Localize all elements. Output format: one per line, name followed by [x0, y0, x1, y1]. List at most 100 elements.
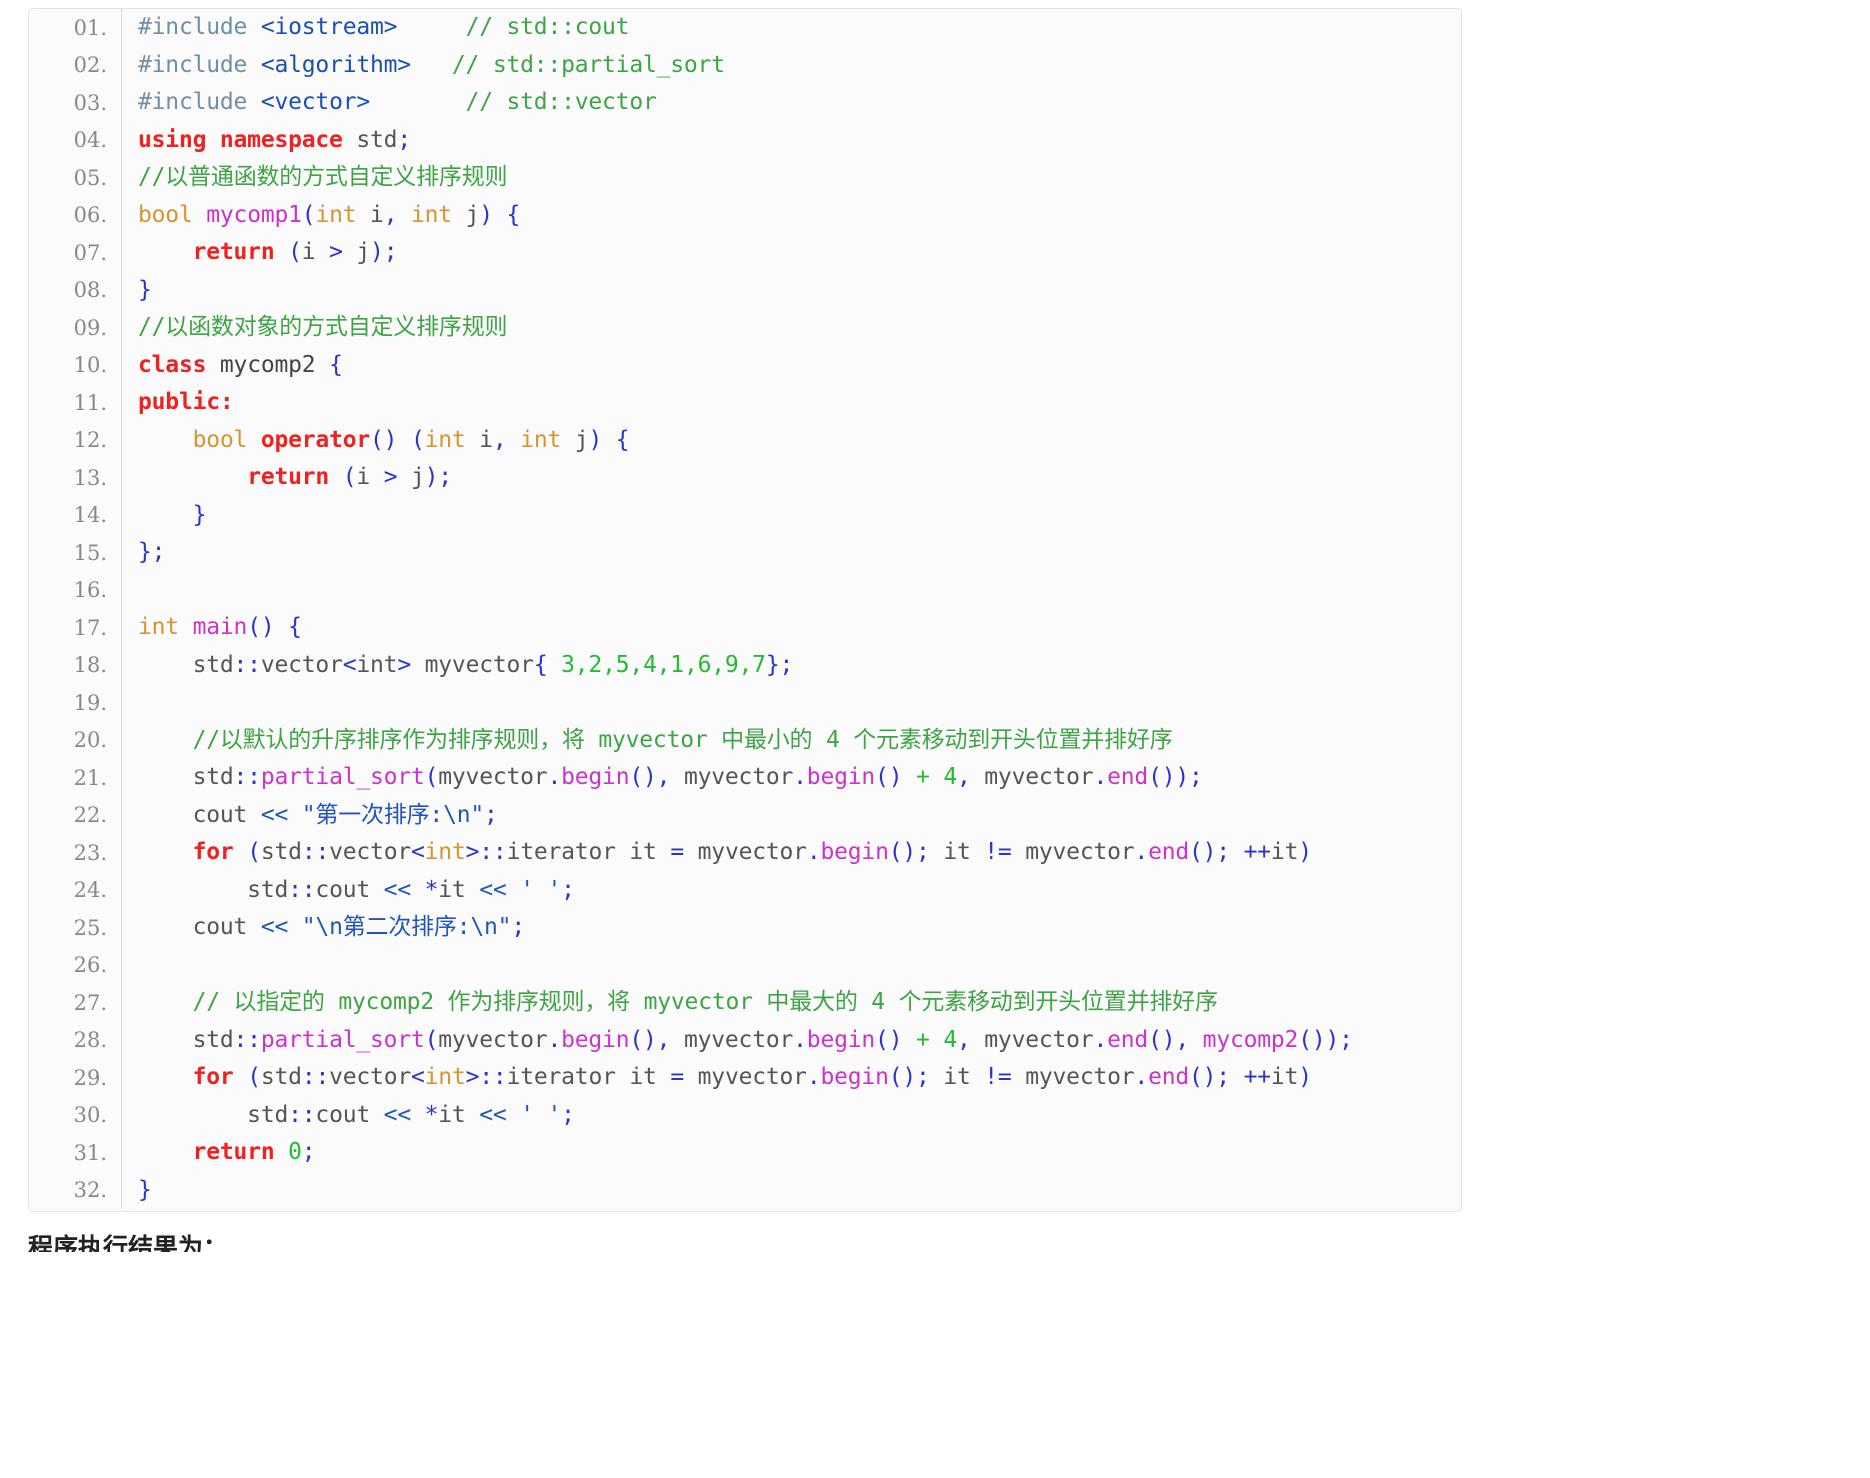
code-line-content[interactable]: #include <iostream> // std::cout: [122, 9, 1462, 47]
code-line-content[interactable]: return 0;: [122, 1134, 1462, 1172]
code-line-content[interactable]: std::partial_sort(myvector.begin(), myve…: [122, 759, 1462, 797]
line-number: 22.: [29, 796, 122, 834]
code-line-content[interactable]: cout << "第一次排序:\n";: [122, 797, 1462, 835]
code-token: ++: [1243, 1064, 1271, 1090]
code-token: }: [192, 501, 207, 528]
code-line-content[interactable]: [122, 947, 1462, 985]
code-line-content[interactable]: }: [122, 497, 1462, 535]
line-number: 26.: [29, 946, 122, 984]
code-line-content[interactable]: bool mycomp1(int i, int j) {: [122, 197, 1462, 235]
code-line-content[interactable]: std::cout << *it << ' ';: [122, 1097, 1462, 1135]
code-line-content[interactable]: std::cout << *it << ' ';: [122, 872, 1462, 910]
code-line-content[interactable]: [122, 684, 1462, 722]
line-number: 11.: [29, 384, 122, 422]
code-line-row: 03. #include <vector> // std::vector: [29, 84, 1461, 122]
code-scroll-area[interactable]: 01. #include <iostream> // std::cout 02. #i…: [29, 9, 1461, 1211]
code-token: mycomp2: [1202, 1026, 1299, 1053]
code-token: vector: [260, 651, 343, 678]
code-token: ,: [956, 1026, 971, 1053]
code-line-content[interactable]: cout << "\n第二次排序:\n";: [122, 909, 1462, 947]
code-token: return: [247, 464, 330, 490]
code-line-content[interactable]: int main() {: [122, 609, 1462, 647]
code-token: cout: [138, 914, 261, 940]
code-line-content[interactable]: class mycomp2 {: [122, 347, 1462, 385]
code-token: .: [1093, 764, 1108, 790]
code-line-content[interactable]: };: [122, 534, 1462, 572]
code-line-row: 29. for (std::vector<int>::iterator it =…: [29, 1059, 1461, 1097]
code-line-content[interactable]: bool operator() (int i, int j) {: [122, 422, 1462, 460]
code-token: );: [424, 464, 452, 490]
code-line-content[interactable]: for (std::vector<int>::iterator it = myv…: [122, 1059, 1462, 1097]
code-line-row: 01. #include <iostream> // std::cout: [29, 9, 1461, 47]
code-line-content[interactable]: //以函数对象的方式自定义排序规则: [122, 309, 1462, 347]
code-line-content[interactable]: // 以指定的 mycomp2 作为排序规则，将 myvector 中最大的 4…: [122, 984, 1462, 1022]
code-line-content[interactable]: #include <vector> // std::vector: [122, 84, 1462, 122]
code-token: it: [1270, 1064, 1299, 1090]
code-line-row: 06. bool mycomp1(int i, int j) {: [29, 196, 1462, 235]
code-line-content[interactable]: for (std::vector<int>::iterator it = myv…: [122, 834, 1462, 872]
code-line-content[interactable]: public:: [122, 384, 1462, 422]
code-token: (: [247, 1064, 261, 1090]
code-token: ) {: [479, 201, 521, 228]
code-token: .: [806, 839, 821, 865]
code-line-row: 15.};: [29, 534, 1461, 572]
code-line-row: 32.}: [29, 1171, 1462, 1210]
code-token: >: [383, 464, 398, 490]
code-line-row: 11. public:: [29, 384, 1461, 422]
code-token: <iostream>: [260, 14, 398, 40]
code-token: );: [370, 239, 398, 265]
code-line-content[interactable]: std::partial_sort(myvector.begin(), myve…: [122, 1022, 1462, 1060]
code-token: it: [929, 1064, 985, 1090]
code-token: ;: [484, 801, 498, 828]
code-token: +: [916, 764, 930, 790]
code-token: ;: [397, 126, 411, 153]
code-token: cout: [315, 1101, 384, 1128]
code-line-content[interactable]: }: [122, 1172, 1462, 1210]
code-token: vector: [329, 839, 411, 865]
code-token: >: [329, 239, 343, 265]
code-token: myvector: [1011, 1064, 1135, 1090]
code-token: std: [260, 1064, 302, 1090]
code-token: () {: [247, 614, 302, 640]
code-token: it: [929, 839, 985, 865]
code-token: it: [1270, 839, 1299, 865]
code-token: ): [1298, 1064, 1312, 1090]
line-number: 09.: [29, 309, 122, 347]
code-token: *: [424, 876, 439, 903]
code-line-row: 02. #include <algorithm> // std::partial_…: [29, 46, 1462, 85]
code-token: =: [670, 1064, 684, 1090]
code-line-row: 26.: [29, 946, 1462, 985]
code-token: <vector>: [260, 89, 371, 115]
line-number: 27.: [29, 984, 122, 1022]
code-line-content[interactable]: return (i > j);: [122, 234, 1462, 272]
code-token: 0: [288, 1139, 302, 1165]
code-line-content[interactable]: using namespace std;: [122, 122, 1462, 160]
code-token: ::: [479, 839, 507, 865]
code-token: *: [424, 1101, 439, 1128]
line-number: 10.: [29, 346, 122, 384]
code-line-content[interactable]: return (i > j);: [122, 459, 1462, 497]
code-token: !=: [984, 839, 1012, 865]
code-line-content[interactable]: [122, 572, 1462, 610]
code-token: =: [670, 839, 684, 865]
code-line-content[interactable]: }: [122, 272, 1462, 310]
code-token: std: [260, 839, 302, 865]
code-line-content[interactable]: std::vector<int> myvector{ 3,2,5,4,1,6,9…: [122, 647, 1462, 685]
code-line-content[interactable]: //以普通函数的方式自定义排序规则: [122, 159, 1462, 197]
line-number: 12.: [29, 421, 122, 459]
line-number: 18.: [29, 646, 122, 684]
code-line-content[interactable]: //以默认的升序排序作为排序规则，将 myvector 中最小的 4 个元素移动…: [122, 722, 1462, 760]
code-line-row: 28. std::partial_sort(myvector.begin(), …: [29, 1021, 1462, 1060]
code-line-content[interactable]: #include <algorithm> // std::partial_sor…: [122, 47, 1462, 85]
code-token: for: [192, 839, 234, 865]
line-number: 25.: [29, 909, 122, 947]
line-number: 04.: [29, 121, 122, 159]
